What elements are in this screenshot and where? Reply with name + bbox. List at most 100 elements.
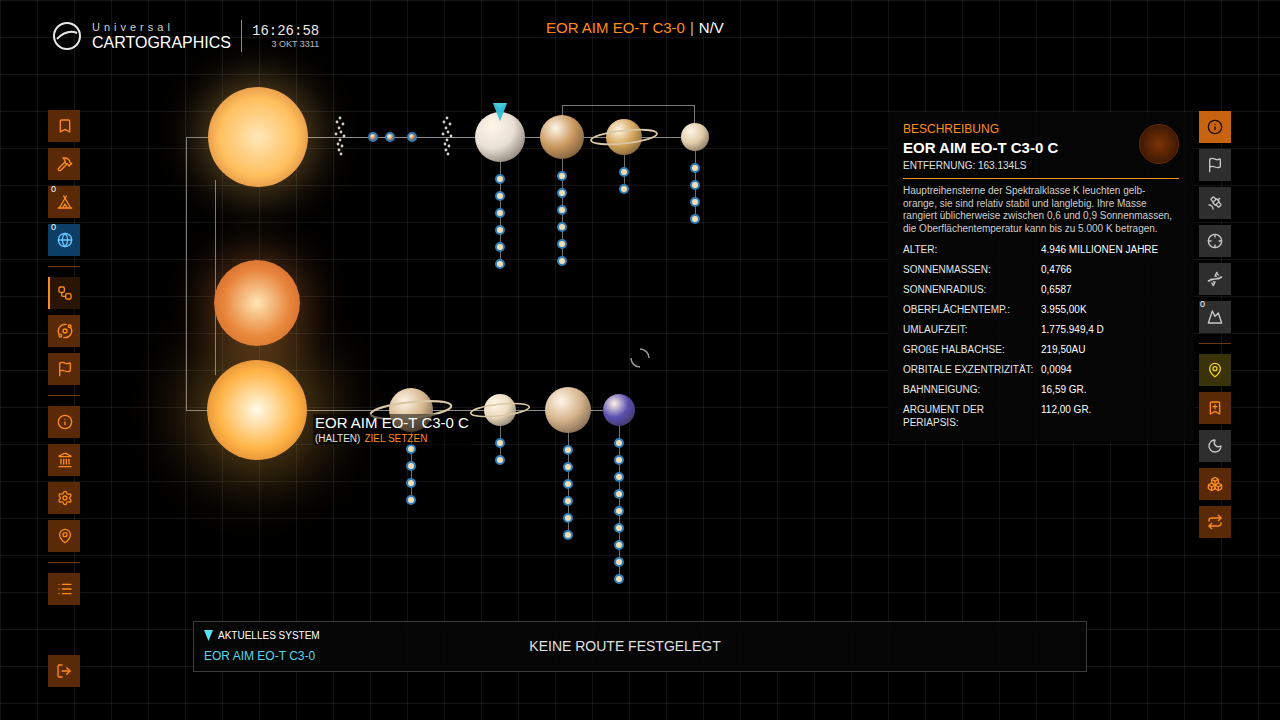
planet[interactable]	[368, 132, 378, 142]
toolbar-button[interactable]	[48, 520, 80, 552]
moon[interactable]	[495, 259, 505, 269]
asteroid-belt-icon[interactable]	[332, 116, 348, 158]
moon[interactable]	[563, 530, 573, 540]
star[interactable]	[207, 360, 307, 460]
moon[interactable]	[557, 205, 567, 215]
header: UniversalCARTOGRAPHICS16:26:583 OKT 3311	[52, 20, 319, 52]
property-label: SONNENRADIUS:	[903, 283, 1041, 296]
planet[interactable]	[681, 123, 709, 151]
moon[interactable]	[557, 239, 567, 249]
planet[interactable]	[407, 132, 417, 142]
moon[interactable]	[557, 188, 567, 198]
toolbar-button[interactable]	[48, 444, 80, 476]
toolbar-button[interactable]	[1199, 225, 1231, 257]
toolbar-badge: 0	[51, 185, 56, 194]
moon[interactable]	[495, 191, 505, 201]
moon[interactable]	[614, 574, 624, 584]
star-label[interactable]: EOR AIM EO-T C3-0 C(HALTEN) ZIEL SETZEN	[313, 414, 471, 445]
toolbar-button[interactable]: 0	[48, 186, 80, 218]
toolbar-button[interactable]	[1199, 506, 1231, 538]
moon[interactable]	[406, 444, 416, 454]
toolbar-button[interactable]	[1199, 354, 1231, 386]
moon[interactable]	[614, 506, 624, 516]
moon[interactable]	[495, 208, 505, 218]
loading-spinner-icon	[629, 347, 651, 369]
hold-hint: (HALTEN)	[315, 433, 360, 446]
star[interactable]	[214, 260, 300, 346]
toolbar-button[interactable]	[48, 315, 80, 347]
property-value: 4.946 MILLIONEN JAHRE	[1041, 243, 1179, 256]
toolbar-button[interactable]: 0	[1199, 301, 1231, 333]
toolbar-button[interactable]: 0	[48, 224, 80, 256]
moon[interactable]	[495, 225, 505, 235]
star-action[interactable]: (HALTEN) ZIEL SETZEN	[315, 433, 469, 446]
toolbar-divider	[48, 266, 80, 267]
system-status: N/V	[699, 17, 724, 40]
exit-icon	[56, 663, 72, 679]
toolbar-button[interactable]	[1199, 187, 1231, 219]
toolbar-button[interactable]	[48, 277, 80, 309]
planet[interactable]	[385, 132, 395, 142]
moon[interactable]	[614, 489, 624, 499]
toolbar-button[interactable]	[1199, 430, 1231, 462]
system-name: EOR AIM EO-T C3-0	[546, 17, 685, 40]
moon[interactable]	[557, 171, 567, 181]
planet[interactable]	[484, 394, 516, 426]
moon[interactable]	[619, 184, 629, 194]
star[interactable]	[208, 87, 308, 187]
star-link	[215, 180, 216, 375]
moon[interactable]	[563, 479, 573, 489]
moon[interactable]	[690, 163, 700, 173]
exit-button[interactable]	[48, 655, 80, 687]
toolbar-button[interactable]	[1199, 111, 1231, 143]
moon[interactable]	[495, 242, 505, 252]
moon[interactable]	[563, 513, 573, 523]
planet[interactable]	[606, 119, 642, 155]
toolbar-button[interactable]	[48, 353, 80, 385]
moon[interactable]	[614, 455, 624, 465]
set-target[interactable]: ZIEL SETZEN	[364, 433, 427, 446]
moon[interactable]	[557, 256, 567, 266]
toolbar-button[interactable]	[48, 406, 80, 438]
moon[interactable]	[495, 438, 505, 448]
moon[interactable]	[614, 523, 624, 533]
moon[interactable]	[406, 461, 416, 471]
moon[interactable]	[619, 167, 629, 177]
moon[interactable]	[690, 197, 700, 207]
moon[interactable]	[690, 180, 700, 190]
moon[interactable]	[614, 438, 624, 448]
moon[interactable]	[557, 222, 567, 232]
property-value: 16,59 GR.	[1041, 383, 1179, 396]
star-name: EOR AIM EO-T C3-0 C	[315, 414, 469, 433]
toolbar-button[interactable]	[48, 148, 80, 180]
moon[interactable]	[563, 445, 573, 455]
moon[interactable]	[495, 455, 505, 465]
moon[interactable]	[406, 478, 416, 488]
toolbar-button[interactable]	[48, 482, 80, 514]
moon[interactable]	[406, 495, 416, 505]
toolbar-button[interactable]	[48, 110, 80, 142]
brand-top: Universal	[92, 22, 231, 33]
star-thumbnail-icon	[1139, 124, 1179, 164]
moon[interactable]	[614, 557, 624, 567]
property-label: ORBITALE EXZENTRIZITÄT:	[903, 363, 1041, 376]
planet[interactable]	[603, 394, 635, 426]
toolbar-button[interactable]	[1199, 468, 1231, 500]
planet-ring-icon	[588, 119, 660, 155]
moon[interactable]	[614, 540, 624, 550]
asteroid-belt-icon[interactable]	[439, 116, 455, 158]
toolbar-button[interactable]	[48, 573, 80, 605]
moon[interactable]	[495, 174, 505, 184]
toolbar-button[interactable]	[1199, 263, 1231, 295]
galaxy-map-screen: EOR AIM EO-T C3-0 C(HALTEN) ZIEL SETZEN Un…	[0, 0, 1280, 720]
moon[interactable]	[690, 214, 700, 224]
toolbar-button[interactable]	[1199, 149, 1231, 181]
toolbar-button[interactable]	[1199, 392, 1231, 424]
moon[interactable]	[563, 496, 573, 506]
moon[interactable]	[614, 472, 624, 482]
current-system-name[interactable]: EOR AIM EO-T C3-0	[204, 647, 504, 665]
moon[interactable]	[563, 462, 573, 472]
planet[interactable]	[545, 387, 591, 433]
clock: 16:26:583 OKT 3311	[252, 24, 319, 49]
planet[interactable]	[540, 115, 584, 159]
